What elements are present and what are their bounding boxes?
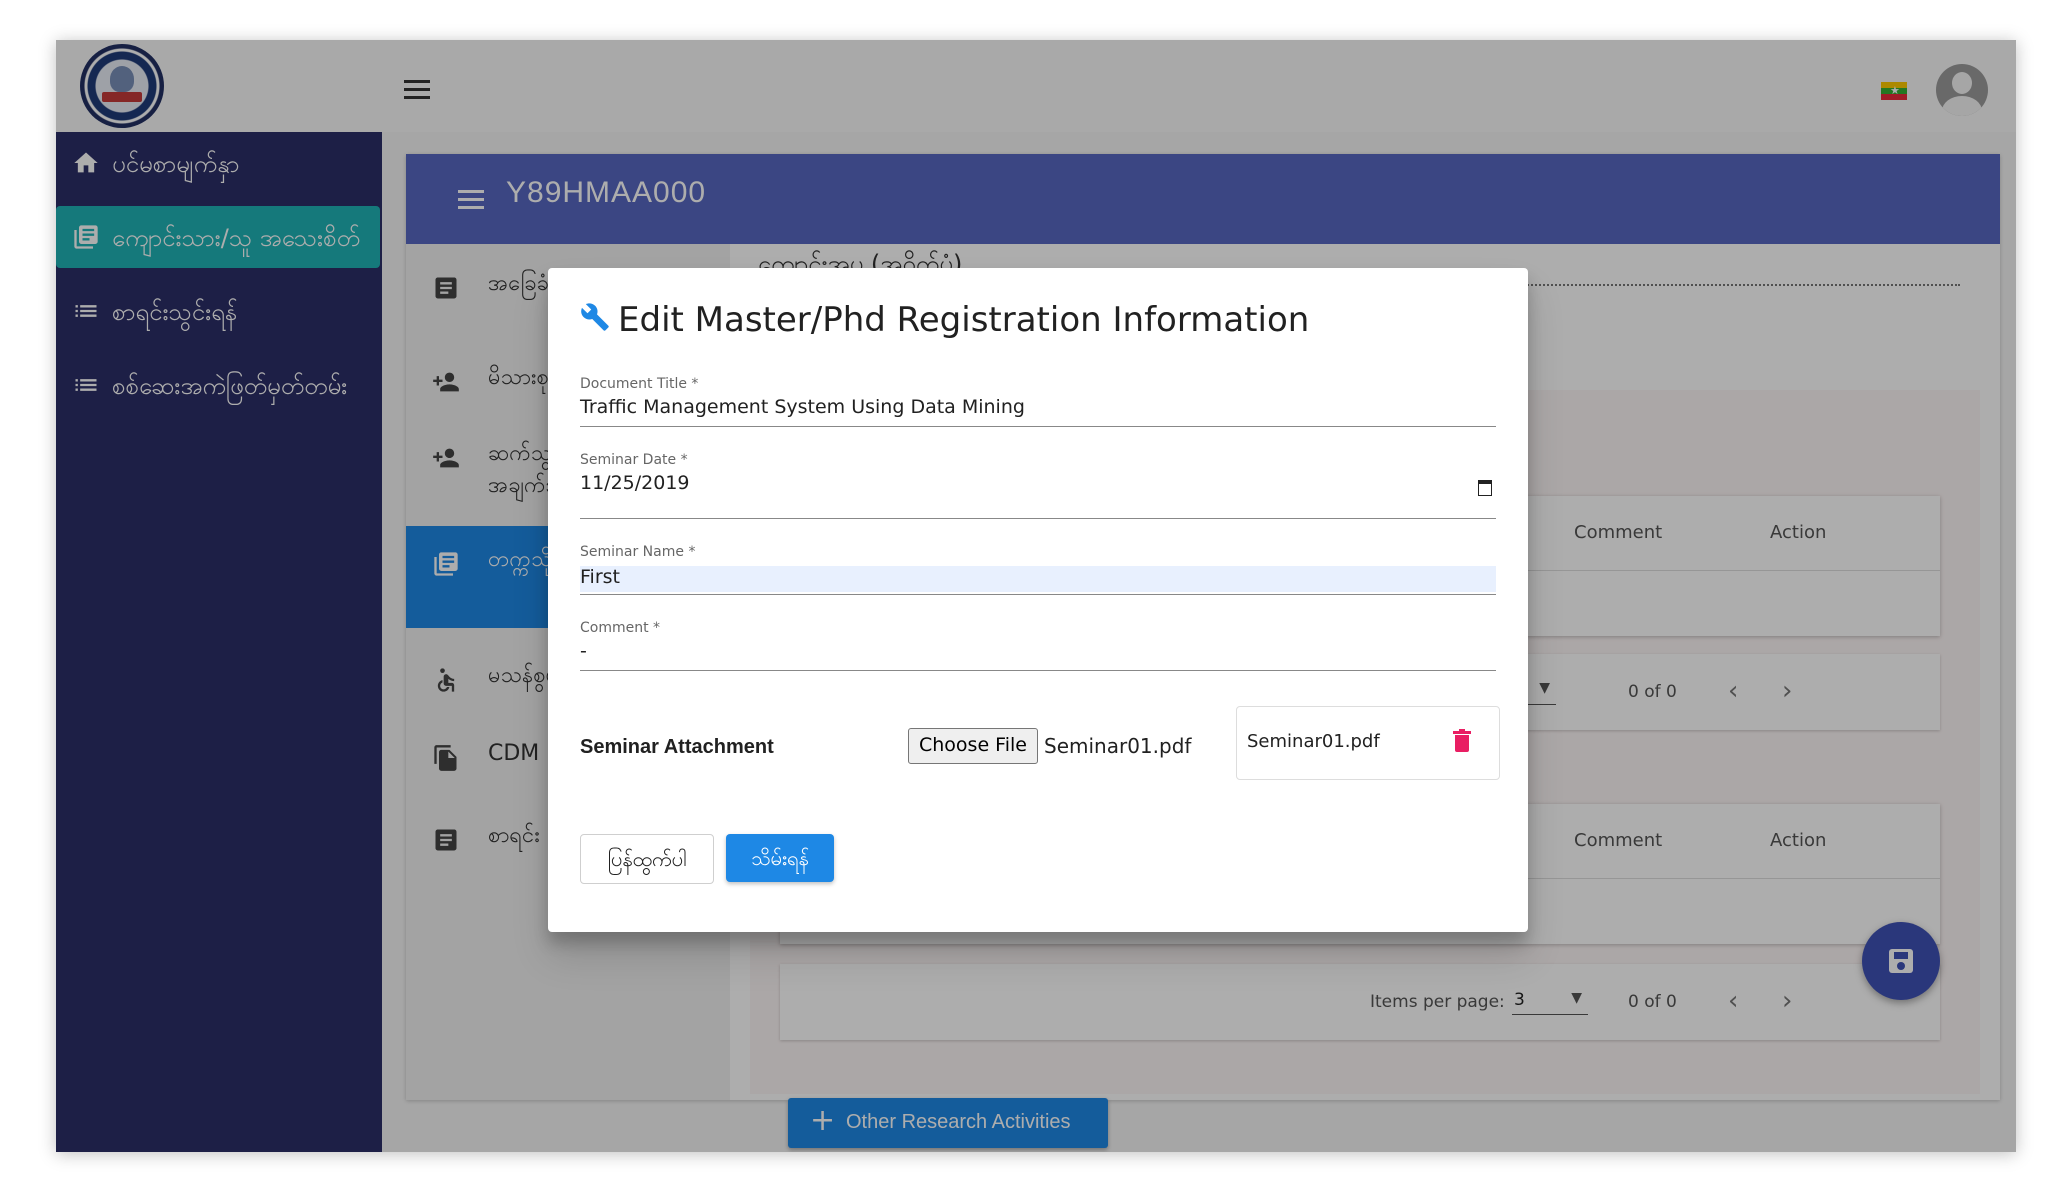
seminar-date-field[interactable]: Seminar Date * 11/25/2019 — [580, 452, 1496, 519]
attachment-label: Seminar Attachment — [580, 736, 774, 758]
field-underline — [580, 594, 1496, 595]
field-value: Traffic Management System Using Data Min… — [580, 396, 1025, 418]
trash-icon[interactable] — [1453, 729, 1471, 753]
field-label: Seminar Date * — [580, 452, 688, 468]
field-underline — [580, 426, 1496, 427]
field-label: Seminar Name * — [580, 544, 696, 560]
field-value: 11/25/2019 — [580, 472, 690, 494]
comment-field[interactable]: Comment * - — [580, 620, 1496, 671]
save-button[interactable]: သိမ်းရန် — [726, 834, 834, 882]
app-window: ★ ပင်မစာမျက်နှာ ကျောင်းသား/သူ အသေးစိတ် စ… — [56, 40, 2016, 1152]
chosen-file-name: Seminar01.pdf — [1044, 734, 1192, 758]
dialog-title: Edit Master/Phd Registration Information — [618, 300, 1310, 340]
field-label: Comment * — [580, 620, 661, 636]
autofill-highlight — [580, 566, 1496, 592]
seminar-name-field[interactable]: Seminar Name * First — [580, 544, 1496, 595]
cancel-button[interactable]: ပြန်ထွက်ပါ — [580, 834, 714, 884]
field-underline — [580, 518, 1496, 519]
tools-icon — [581, 303, 609, 331]
document-title-field[interactable]: Document Title * Traffic Management Syst… — [580, 376, 1496, 427]
edit-registration-dialog: Edit Master/Phd Registration Information… — [548, 268, 1528, 932]
field-underline — [580, 670, 1496, 671]
field-value: First — [580, 566, 620, 588]
uploaded-file-card: Seminar01.pdf — [1236, 706, 1500, 780]
field-value: - — [580, 640, 587, 662]
uploaded-file-name[interactable]: Seminar01.pdf — [1247, 731, 1380, 752]
field-label: Document Title * — [580, 376, 699, 392]
choose-file-button[interactable]: Choose File — [908, 728, 1038, 764]
calendar-icon[interactable] — [1478, 478, 1492, 496]
